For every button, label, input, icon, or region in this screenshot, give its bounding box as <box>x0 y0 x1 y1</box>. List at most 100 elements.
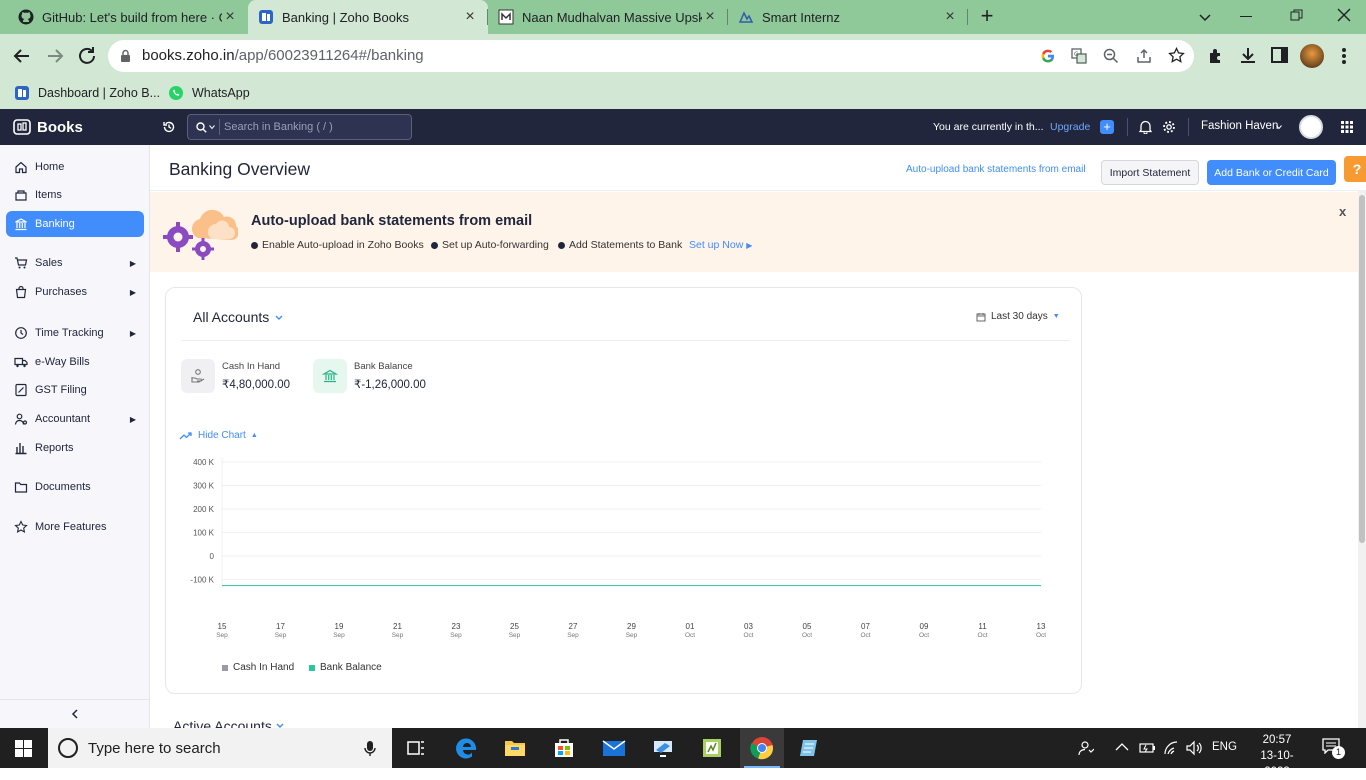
browser-tab-github[interactable]: GitHub: Let's build from here · G × <box>8 0 248 34</box>
help-button[interactable]: ? <box>1344 156 1366 182</box>
extensions-icon[interactable] <box>1207 47 1225 65</box>
chevron-up-icon[interactable] <box>1115 742 1129 752</box>
mail-icon[interactable] <box>602 736 626 760</box>
bookmark-star-icon[interactable] <box>1168 47 1185 64</box>
notification-count-badge: 1 <box>1332 746 1345 759</box>
edge-icon[interactable] <box>455 736 479 760</box>
app-logo[interactable]: Books <box>12 117 83 137</box>
zoho-books-icon <box>259 10 273 24</box>
org-chevron-icon[interactable] <box>1276 125 1282 130</box>
account-filter-dropdown[interactable]: All Accounts <box>193 309 283 325</box>
recent-history-icon[interactable] <box>162 120 176 134</box>
chrome-taskbar-active[interactable] <box>740 728 784 768</box>
banner-close-button[interactable]: x <box>1339 204 1346 219</box>
sidebar-item-time-tracking[interactable]: Time Tracking ▶ <box>6 320 144 346</box>
minimize-button[interactable] <box>1240 16 1252 17</box>
setup-now-link[interactable]: Set up Now ▶ <box>689 239 752 251</box>
address-bar[interactable]: books.zoho.in/app/60023911264#/banking G <box>108 40 1194 72</box>
search-scope-chevron-icon[interactable] <box>209 125 215 130</box>
search-input[interactable]: Search in Banking ( / ) <box>187 114 412 140</box>
volume-icon[interactable] <box>1186 740 1203 756</box>
period-dropdown[interactable]: Last 30 days ▼ <box>976 311 1060 322</box>
new-tab-button[interactable]: + <box>976 5 998 27</box>
import-statement-button[interactable]: Import Statement <box>1101 160 1199 185</box>
side-panel-icon[interactable] <box>1271 47 1288 63</box>
profile-avatar[interactable] <box>1300 44 1324 68</box>
translate-icon[interactable]: G <box>1071 48 1087 64</box>
auto-upload-link[interactable]: Auto-upload bank statements from email <box>906 164 1086 175</box>
tab-close-icon[interactable]: × <box>942 8 958 26</box>
sidebar-item-accountant[interactable]: Accountant ▶ <box>6 406 144 432</box>
windows-start-icon[interactable] <box>15 740 32 757</box>
org-switcher[interactable]: Fashion Haven <box>1201 120 1278 132</box>
hide-chart-label: Hide Chart <box>198 430 246 441</box>
sidebar-item-home[interactable]: Home <box>6 154 144 180</box>
user-avatar[interactable] <box>1299 115 1323 139</box>
browser-tab-naan-mudhalvan[interactable]: Naan Mudhalvan Massive Upskil × <box>488 0 728 34</box>
tab-separator <box>967 9 968 25</box>
sidebar-collapse-button[interactable] <box>0 699 150 728</box>
tab-close-icon[interactable]: × <box>222 8 238 26</box>
caret-up-icon: ▲ <box>250 432 258 439</box>
language-indicator[interactable]: ENG <box>1212 741 1237 753</box>
notepad-plus-icon[interactable] <box>700 736 724 760</box>
notification-center[interactable]: 1 <box>1322 738 1345 759</box>
x-tick-day: 07 <box>861 622 870 631</box>
download-icon[interactable] <box>1239 46 1257 64</box>
microphone-icon[interactable] <box>364 740 376 757</box>
sidebar-item-items[interactable]: Items <box>6 182 144 208</box>
sidebar-item-reports[interactable]: Reports <box>6 435 144 461</box>
reload-icon[interactable] <box>75 44 99 68</box>
legend-cash-in-hand[interactable]: Cash In Hand <box>222 662 294 673</box>
lock-icon[interactable] <box>120 49 131 63</box>
close-window-button[interactable] <box>1337 8 1351 22</box>
app-grid-icon[interactable] <box>1341 121 1353 133</box>
restore-button[interactable] <box>1290 9 1303 22</box>
y-tick-label: 0 <box>210 552 215 561</box>
wifi-icon[interactable] <box>1163 740 1179 756</box>
bookmark-whatsapp[interactable]: WhatsApp <box>168 82 250 104</box>
sidebar-item-sales[interactable]: Sales ▶ <box>6 250 144 276</box>
browser-tab-smartinternz[interactable]: Smart Internz × <box>728 0 968 34</box>
sidebar-item-eway-bills[interactable]: e-Way Bills <box>6 349 144 375</box>
google-icon[interactable] <box>1040 48 1056 64</box>
people-icon[interactable] <box>1078 740 1094 756</box>
sidebar-item-label: Accountant <box>35 413 91 425</box>
quick-create-button[interactable]: + <box>1100 120 1114 134</box>
books-logo-icon <box>13 119 31 135</box>
remote-desktop-icon[interactable] <box>651 736 675 760</box>
tab-search-chevron-icon[interactable] <box>1198 10 1212 24</box>
back-arrow-icon[interactable] <box>10 44 34 68</box>
bell-icon[interactable] <box>1139 120 1152 134</box>
forward-arrow-icon[interactable] <box>43 44 67 68</box>
zoom-icon[interactable] <box>1103 48 1119 64</box>
share-icon[interactable] <box>1136 48 1152 64</box>
task-view-icon[interactable] <box>404 736 428 760</box>
bookmark-dashboard[interactable]: Dashboard | Zoho B... <box>14 82 160 104</box>
store-icon[interactable] <box>552 736 576 760</box>
add-bank-button[interactable]: Add Bank or Credit Card <box>1207 160 1336 185</box>
upgrade-link[interactable]: Upgrade <box>1050 121 1090 133</box>
trial-status-text: You are currently in th... <box>933 121 1044 133</box>
file-explorer-icon[interactable] <box>503 736 527 760</box>
scrollbar-thumb[interactable] <box>1359 195 1365 543</box>
clock[interactable]: 20:57 13-10-2023 <box>1248 732 1306 780</box>
bookmark-label: Dashboard | Zoho B... <box>38 86 161 100</box>
sidebar-item-more-features[interactable]: More Features <box>6 514 144 540</box>
hide-chart-toggle[interactable]: Hide Chart ▲ <box>179 430 258 441</box>
taskbar-search-box[interactable]: Type here to search <box>48 728 392 768</box>
sidebar-item-purchases[interactable]: Purchases ▶ <box>6 279 144 305</box>
browser-menu-icon[interactable] <box>1342 44 1346 68</box>
sidebar-item-banking[interactable]: Banking <box>6 211 144 237</box>
battery-icon[interactable] <box>1139 741 1156 754</box>
scrollbar-track[interactable] <box>1358 191 1366 728</box>
sidebar-item-documents[interactable]: Documents <box>6 474 144 500</box>
legend-bank-balance[interactable]: Bank Balance <box>309 662 382 673</box>
tab-close-icon[interactable]: × <box>702 8 718 26</box>
active-accounts-heading[interactable]: Active Accounts <box>173 718 284 728</box>
notes-icon[interactable] <box>797 736 821 760</box>
tab-close-icon[interactable]: × <box>462 8 478 26</box>
sidebar-item-gst-filing[interactable]: GST Filing <box>6 377 144 403</box>
gear-icon[interactable] <box>1162 120 1176 134</box>
browser-tab-zoho-books[interactable]: Banking | Zoho Books × <box>248 0 488 34</box>
